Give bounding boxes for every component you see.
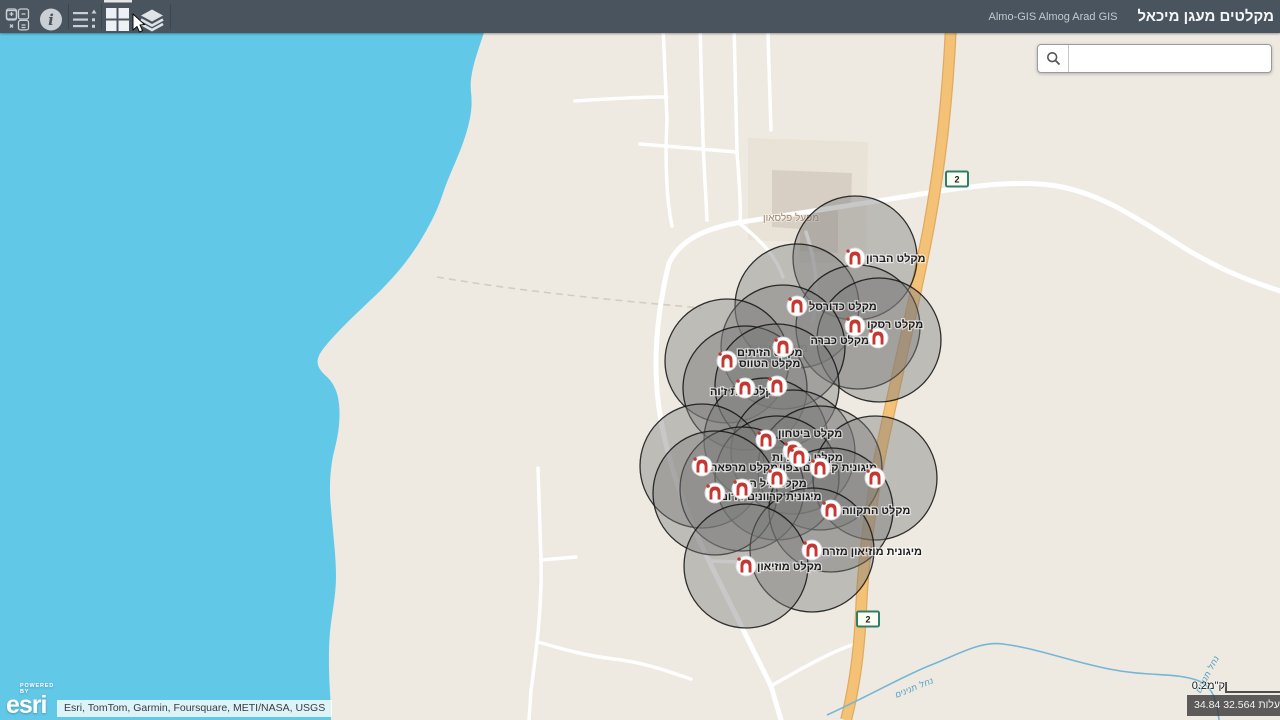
shelter-label: מקלט כדורסל — [809, 300, 877, 313]
shelter-icon[interactable] — [734, 377, 756, 399]
esri-brand-text: esri — [6, 691, 47, 719]
shelter-label: מקלט מרפאה — [710, 461, 778, 474]
search-box — [1037, 44, 1272, 73]
shelter-icon[interactable] — [766, 467, 788, 489]
search-button[interactable] — [1038, 45, 1069, 72]
search-icon — [1046, 51, 1060, 66]
shelter-icon[interactable] — [766, 375, 788, 397]
info-tool-button[interactable]: i — [40, 8, 62, 31]
calculator-tool-button[interactable] — [5, 8, 30, 31]
route-shield: 2 — [856, 610, 880, 628]
shelter-icon[interactable] — [772, 336, 794, 358]
shelter-label: מיגונית מוזיאון מזרח — [822, 546, 922, 558]
shelter-icon[interactable] — [735, 555, 757, 577]
search-input[interactable] — [1069, 45, 1271, 72]
shelter-icon[interactable] — [820, 499, 842, 521]
app-subtitle: Almo-GIS Almog Arad GIS — [988, 10, 1118, 23]
gis-application: מפעל פלסאוןמעגן מיכאלנחל תניניםנחל תניני… — [0, 0, 1280, 720]
shelter-label: מקלט מוזיאון — [757, 560, 822, 573]
legend-tool-button[interactable] — [73, 9, 97, 28]
shelter-icon[interactable] — [867, 327, 889, 349]
svg-text:2: 2 — [954, 175, 959, 185]
shelter-icon[interactable] — [844, 315, 866, 337]
app-header: i Almo-GIS Almog Arad GIS מקלטים מעגן מי… — [0, 0, 1280, 33]
shelter-icon[interactable] — [801, 539, 823, 561]
shelter-label: מקלט ביטחון — [778, 427, 842, 440]
shelter-icon[interactable] — [786, 295, 808, 317]
svg-text:i: i — [48, 11, 54, 29]
scale-bar: ק"מ0.2 — [1192, 680, 1280, 693]
shelter-label: מקלט הברון — [866, 252, 925, 265]
esri-logo[interactable]: POWERED BY esri — [6, 683, 62, 719]
shelter-icon[interactable] — [691, 455, 713, 477]
svg-text:2: 2 — [865, 615, 870, 625]
active-tool-indicator — [104, 0, 132, 3]
shelter-icon[interactable] — [704, 482, 726, 504]
basemap-gallery-button[interactable] — [106, 8, 129, 31]
scale-bar-line — [1225, 682, 1280, 693]
map-attribution: Esri, TomTom, Garmin, Foursquare, METI/N… — [57, 700, 333, 717]
shelter-icon[interactable] — [731, 478, 753, 500]
map-canvas[interactable]: מפעל פלסאוןמעגן מיכאלנחל תניניםנחל תניני… — [0, 0, 1280, 720]
shelter-icon[interactable] — [809, 457, 831, 479]
route-shield: 2 — [945, 170, 969, 188]
shelter-label: מקלט כברה — [810, 334, 869, 347]
mouse-cursor — [132, 12, 146, 33]
scale-bar-text: ק"מ0.2 — [1191, 680, 1225, 692]
coordinates-readout: מעלות32.564 34.84 — [1187, 695, 1280, 716]
shelter-icon[interactable] — [844, 247, 866, 269]
shelter-icon[interactable] — [716, 350, 738, 372]
layers-tool-button[interactable] — [140, 9, 164, 32]
shelter-icon[interactable] — [864, 467, 886, 489]
shelter-icon[interactable] — [755, 429, 777, 451]
shelter-label: מקלט הטווס — [739, 357, 800, 370]
shelter-label: מקלט התקווה — [842, 504, 910, 517]
app-title: מקלטים מעגן מיכאל — [1137, 8, 1274, 25]
toolbar: i — [5, 0, 171, 33]
shelter-icon[interactable] — [788, 446, 810, 468]
